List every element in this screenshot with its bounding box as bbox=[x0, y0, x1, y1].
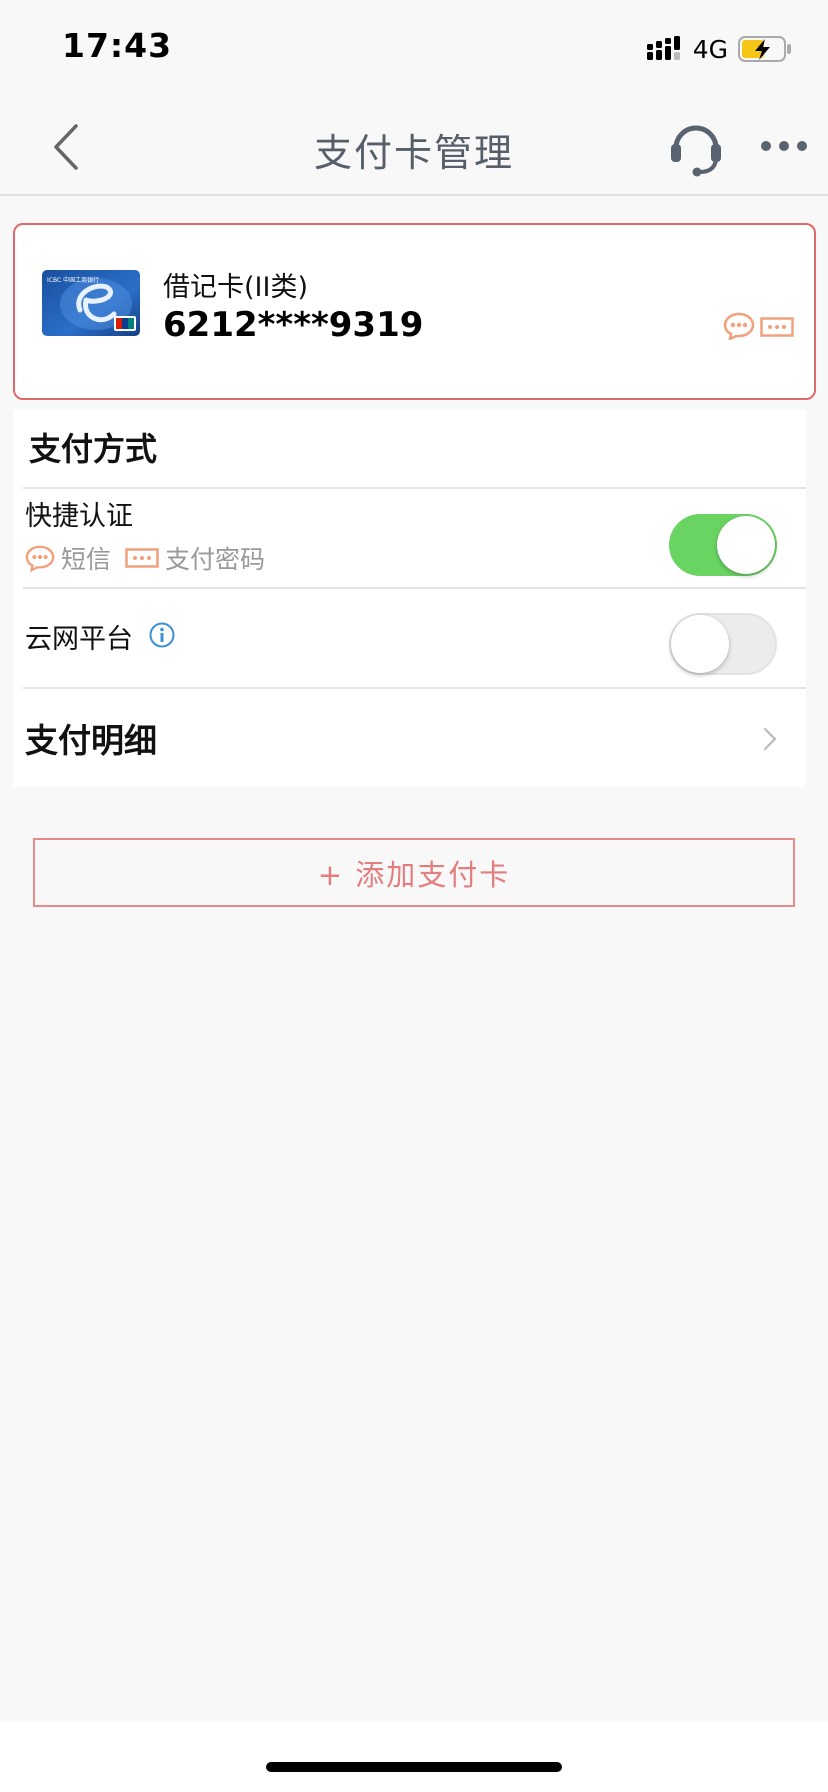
info-icon[interactable] bbox=[149, 622, 175, 648]
password-icon bbox=[125, 548, 159, 568]
quick-auth-toggle[interactable] bbox=[669, 514, 777, 576]
sms-label: 短信 bbox=[61, 545, 112, 574]
payment-card-item[interactable]: ICBC 中国工商银行 借记卡(II类) 6212****9319 bbox=[13, 223, 816, 400]
add-card-button[interactable]: + 添加支付卡 bbox=[33, 838, 795, 907]
status-bar: 17:43 4G bbox=[0, 0, 828, 100]
headset-icon[interactable] bbox=[668, 118, 724, 178]
battery-charging-icon bbox=[738, 36, 791, 62]
quick-auth-label: 快捷认证 bbox=[25, 501, 133, 532]
card-number: 6212****9319 bbox=[163, 305, 424, 345]
bank-logo-text: ICBC 中国工商银行 bbox=[47, 276, 99, 284]
divider bbox=[23, 587, 806, 589]
sms-icon bbox=[25, 545, 55, 572]
section-title: 支付方式 bbox=[29, 430, 158, 468]
chevron-right-icon[interactable] bbox=[762, 726, 778, 752]
card-type-label: 借记卡(II类) bbox=[163, 272, 308, 303]
bank-card-image: ICBC 中国工商银行 bbox=[42, 270, 140, 336]
divider bbox=[23, 487, 806, 489]
network-label: 4G bbox=[692, 34, 728, 64]
nav-bar: 支付卡管理 bbox=[0, 100, 828, 196]
status-time: 17:43 bbox=[62, 26, 173, 65]
divider bbox=[23, 687, 806, 689]
cloud-platform-toggle[interactable] bbox=[669, 613, 777, 675]
payment-detail-link[interactable]: 支付明细 bbox=[25, 714, 157, 762]
password-label: 支付密码 bbox=[165, 545, 266, 574]
password-icon bbox=[760, 317, 794, 337]
status-indicators: 4G bbox=[646, 34, 792, 64]
cloud-platform-label: 云网平台 bbox=[25, 624, 133, 655]
toggle-knob bbox=[671, 615, 729, 673]
payment-method-section: 支付方式 快捷认证 短信 支付密码 云网平台 支付明细 bbox=[13, 410, 806, 787]
home-indicator[interactable] bbox=[266, 1762, 562, 1772]
signal-icon bbox=[646, 36, 680, 60]
toggle-knob bbox=[717, 516, 775, 574]
more-icon[interactable] bbox=[760, 134, 808, 158]
bottom-area bbox=[0, 1722, 828, 1792]
sms-icon bbox=[723, 312, 755, 340]
quick-auth-methods: 短信 支付密码 bbox=[25, 540, 265, 576]
